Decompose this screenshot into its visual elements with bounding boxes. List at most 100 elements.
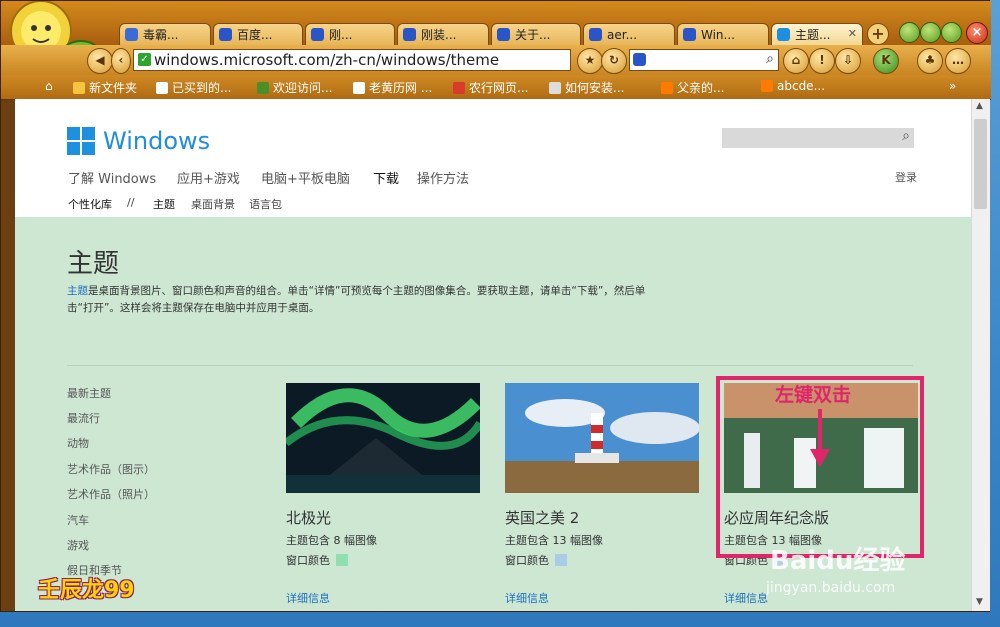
theme-card: 北极光 主题包含 8 幅图像 窗口颜色 详细信息 下载 [283, 383, 484, 611]
maximize-button[interactable] [941, 22, 962, 43]
subnav-themes[interactable]: 主题 [153, 196, 175, 212]
tab-close-icon[interactable]: ✕ [848, 27, 857, 40]
annotation-arrow-icon [810, 409, 830, 467]
bulb-icon[interactable]: ! [809, 48, 835, 74]
category-art-illustration[interactable]: 艺术作品（图示） [67, 461, 155, 477]
nav-howto[interactable]: 操作方法 [417, 168, 469, 187]
tab-label: 关于... [515, 28, 551, 42]
theme-image-count: 主题包含 13 幅图像 [505, 534, 603, 547]
scroll-thumb[interactable] [974, 119, 987, 209]
page-title: 主题 [67, 249, 120, 279]
bookmark-item[interactable]: 新文件夹 [73, 79, 137, 96]
category-popular[interactable]: 最流行 [67, 410, 100, 426]
bookmark-label: abcde... [777, 79, 826, 93]
search-box[interactable]: ⌕ [629, 49, 779, 71]
restore-button[interactable] [920, 22, 941, 43]
refresh-icon[interactable]: ↻ [601, 48, 627, 74]
tab-label: aer... [607, 27, 638, 42]
theme-thumbnail-lighthouse[interactable] [505, 383, 700, 493]
category-animals[interactable]: 动物 [67, 435, 89, 451]
signin-link[interactable]: 登录 [895, 169, 917, 185]
home-icon[interactable]: ⌂ [783, 48, 809, 74]
shield-icon[interactable]: K [873, 48, 899, 74]
details-link[interactable]: 详细信息 [286, 590, 482, 606]
menu-icon[interactable]: … [945, 48, 971, 74]
site-search-input[interactable]: ⌕ [722, 128, 914, 148]
tab-6[interactable]: Win... [677, 23, 769, 45]
bookmark-label: 父亲的... [677, 81, 725, 95]
paw-icon [497, 28, 510, 41]
color-swatch [336, 554, 348, 566]
game-icon[interactable]: ♣ [917, 48, 943, 74]
subnav-gallery[interactable]: 个性化库 [68, 196, 112, 212]
minimize-button[interactable] [899, 22, 920, 43]
subnav-backgrounds[interactable]: 桌面背景 [191, 196, 235, 212]
favorite-icon[interactable]: ★ [577, 48, 603, 74]
color-label: 窗口颜色 [286, 554, 330, 567]
paw-icon [311, 28, 324, 41]
description-link[interactable]: 主题 [67, 285, 88, 297]
shield-icon [453, 81, 465, 94]
theme-title[interactable]: 英国之美 2 [505, 507, 701, 528]
tab-7-active[interactable]: 主题... ✕ [771, 23, 863, 45]
watermark-url: jingyan.baidu.com [766, 580, 896, 596]
back-icon[interactable]: ◀ [87, 48, 113, 74]
bookmark-label: 新文件夹 [89, 81, 138, 95]
new-tab-button[interactable]: + [867, 23, 889, 45]
browser-window: 毒霸... 百度... 刚... 刚装... 关于... aer... Win.… [0, 0, 991, 612]
theme-thumbnail-aurora[interactable] [283, 383, 484, 493]
chevron-more-icon[interactable]: » [949, 79, 956, 93]
tab-2[interactable]: 刚... [305, 23, 395, 45]
description-line-1: 是桌面背景图片、窗口颜色和声音的组合。单击“详情”可预览每个主题的图像集合。要获… [88, 285, 646, 297]
bookmark-item[interactable]: 已买到的... [156, 79, 231, 96]
window-close-button[interactable]: × [966, 22, 988, 44]
category-games[interactable]: 游戏 [67, 537, 89, 553]
scroll-up-icon[interactable]: ▲ [976, 101, 983, 111]
tab-strip: 毒霸... 百度... 刚... 刚装... 关于... aer... Win.… [1, 1, 991, 78]
subnav-language[interactable]: 语言包 [249, 196, 282, 212]
globe-icon [257, 81, 269, 94]
bookmark-label: 欢迎访问... [273, 81, 333, 95]
tab-0[interactable]: 毒霸... [119, 23, 211, 45]
forward-icon[interactable]: ‹ [111, 48, 131, 74]
paw-icon [633, 53, 646, 66]
scroll-down-icon[interactable]: ▼ [976, 597, 983, 607]
tab-label: 刚装... [421, 28, 457, 42]
tab-label: 主题... [795, 28, 831, 42]
tab-label: 毒霸... [143, 28, 179, 42]
tab-4[interactable]: 关于... [491, 23, 581, 45]
search-icon[interactable]: ⌕ [766, 51, 774, 67]
search-icon[interactable]: ⌕ [902, 128, 910, 144]
cart-icon [661, 81, 673, 94]
bookmark-label: 老黄历网 ... [369, 81, 433, 95]
category-art-photo[interactable]: 艺术作品（照片） [67, 486, 155, 502]
bookmark-item[interactable]: 如何安装... [549, 79, 624, 96]
nav-download[interactable]: 下载 [373, 168, 399, 187]
nav-learn[interactable]: 了解 Windows [68, 168, 156, 187]
nav-apps[interactable]: 应用+游戏 [177, 168, 240, 187]
home-icon[interactable]: ⌂ [45, 79, 53, 93]
nav-pc[interactable]: 电脑+平板电脑 [261, 168, 350, 187]
address-bar[interactable]: ✓ windows.microsoft.com/zh-cn/windows/th… [133, 49, 571, 71]
category-cars[interactable]: 汽车 [67, 512, 89, 528]
bookmark-item[interactable]: 老黄历网 ... [353, 79, 432, 96]
theme-title[interactable]: 北极光 [286, 507, 482, 528]
bookmark-item[interactable]: 农行网页... [453, 79, 528, 96]
author-signature: 壬辰龙99 [38, 578, 135, 603]
category-newest[interactable]: 最新主题 [67, 385, 111, 401]
theme-color-row: 窗口颜色 [505, 552, 701, 568]
bookmark-item[interactable]: 父亲的... [661, 79, 724, 96]
bookmark-item[interactable]: 欢迎访问... [257, 79, 332, 96]
vertical-scrollbar[interactable]: ▲ ▼ [971, 99, 990, 611]
tab-5[interactable]: aer... [583, 23, 675, 45]
address-text: windows.microsoft.com/zh-cn/windows/them… [154, 51, 500, 69]
color-label: 窗口颜色 [505, 554, 549, 567]
tab-1[interactable]: 百度... [213, 23, 303, 45]
windows-logo[interactable]: Windows [67, 127, 210, 155]
baidu-watermark: Baidu经验 [770, 546, 906, 576]
tab-3[interactable]: 刚装... [397, 23, 489, 45]
download-icon[interactable]: ⇩ [835, 48, 861, 74]
bookmark-item[interactable]: abcde... [761, 79, 825, 93]
bookmark-label: 农行网页... [469, 81, 529, 95]
details-link[interactable]: 详细信息 [505, 590, 701, 606]
